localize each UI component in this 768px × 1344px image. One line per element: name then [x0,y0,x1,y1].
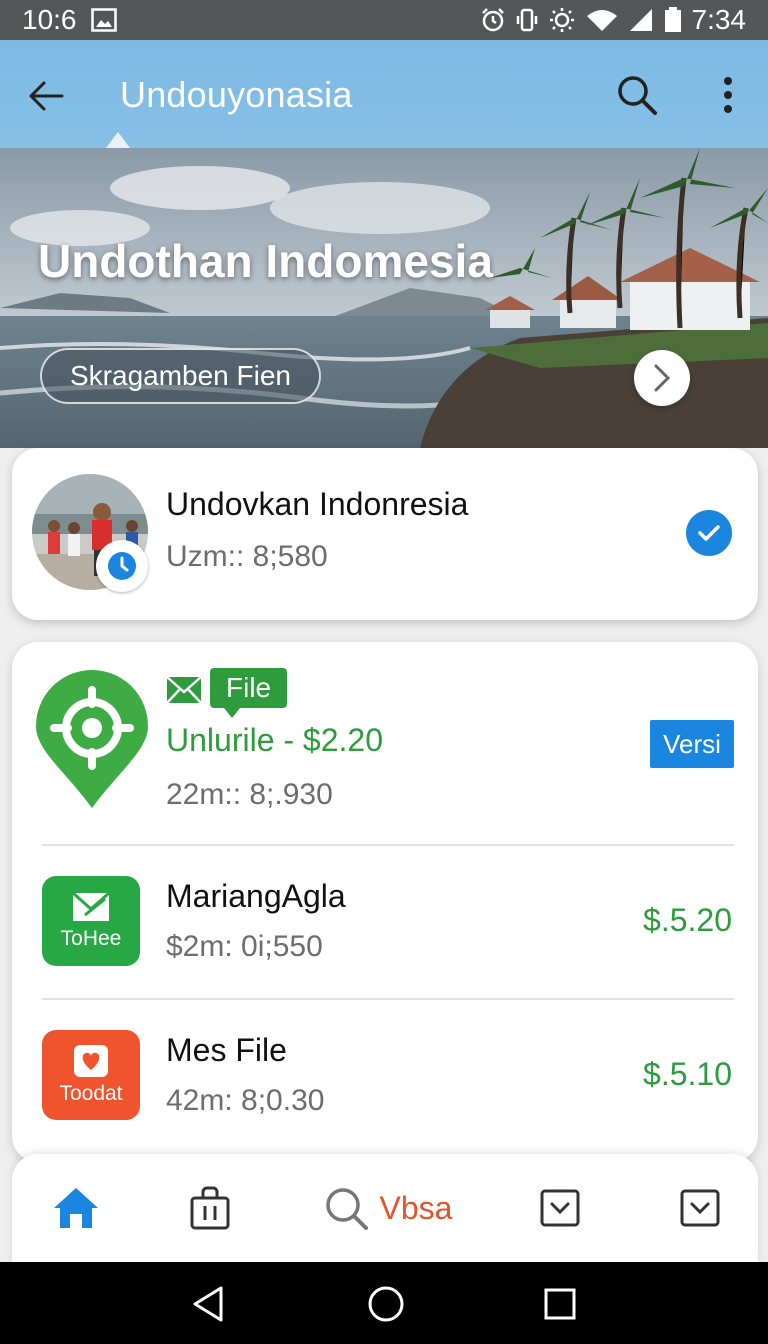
hero-banner[interactable]: Undothan Indomesia Skragamben Fien [0,148,768,448]
hero-chip-button[interactable]: Skragamben Fien [40,348,322,404]
back-triangle-icon[interactable] [186,1282,230,1326]
chevron-right-icon[interactable] [634,350,690,406]
status-bar: 10:6 7:34 [0,0,768,40]
list-item-title: Mes File [166,1032,287,1068]
dropdown-box-icon[interactable] [678,1182,722,1234]
list-card: File Unlurile - $2.20 22m:: 8;.930 Versi… [12,642,758,1162]
mail-app-icon: ToHee [42,876,140,966]
bottom-nav: Vbsa [12,1154,758,1264]
back-arrow-icon[interactable] [24,74,68,118]
status-time-right: 7:34 [691,4,747,35]
list-item-price: $.5.20 [643,902,732,938]
wifi-icon [586,8,618,32]
signal-icon [628,8,654,32]
profile-name: Undovkan Indonresia [166,486,469,522]
profile-card[interactable]: Undovkan Indonresia Uzm:: 8;580 [12,448,758,620]
list-item-subtitle: $2m: 0i;550 [166,930,323,963]
alarm-icon [480,7,506,33]
list-item[interactable]: Toodat Mes File 42m: 8;0.30 $.5.10 [12,1000,758,1130]
app-bar-title: Undouyonasia [120,74,353,115]
recents-square-icon[interactable] [538,1282,582,1326]
heart-app-icon: Toodat [42,1030,140,1120]
app-icon-label: Toodat [59,1082,123,1105]
location-pin-icon [34,670,150,810]
featured-subtitle: 22m:: 8;.930 [166,778,333,811]
search-nav-label: Vbsa [379,1189,453,1226]
vibrate-icon [516,7,538,33]
brightness-icon [548,7,576,33]
check-circle-icon[interactable] [686,510,732,556]
search-nav-button[interactable]: Vbsa [318,1182,458,1234]
status-time-left: 10:6 [22,4,77,35]
shopping-bag-icon[interactable] [184,1182,236,1234]
list-item-subtitle: 42m: 8;0.30 [166,1084,325,1117]
battery-icon [664,7,682,33]
featured-title: Unlurile - $2.20 [166,722,383,758]
search-icon[interactable] [612,70,662,120]
list-item-title: MariangAgla [166,878,346,914]
more-vert-icon[interactable] [708,70,748,120]
home-icon[interactable] [48,1182,104,1234]
profile-subtitle: Uzm:: 8;580 [166,540,328,573]
search-icon [325,1188,368,1230]
versi-button[interactable]: Versi [650,720,734,768]
dropdown-box-icon[interactable] [538,1182,582,1234]
list-item-price: $.5.10 [643,1056,732,1092]
home-circle-icon[interactable] [364,1282,408,1326]
system-nav-bar [0,1262,768,1344]
app-bar: Undouyonasia [0,40,768,148]
app-icon-label: ToHee [60,927,122,950]
hero-title: Undothan Indomesia [38,235,493,287]
image-icon [90,8,117,32]
list-item[interactable]: ToHee MariangAgla $2m: 0i;550 $.5.20 [12,846,758,976]
tab-indicator [106,132,130,148]
file-badge: File [210,668,288,718]
clock-icon [96,540,148,592]
mail-icon [166,676,202,704]
